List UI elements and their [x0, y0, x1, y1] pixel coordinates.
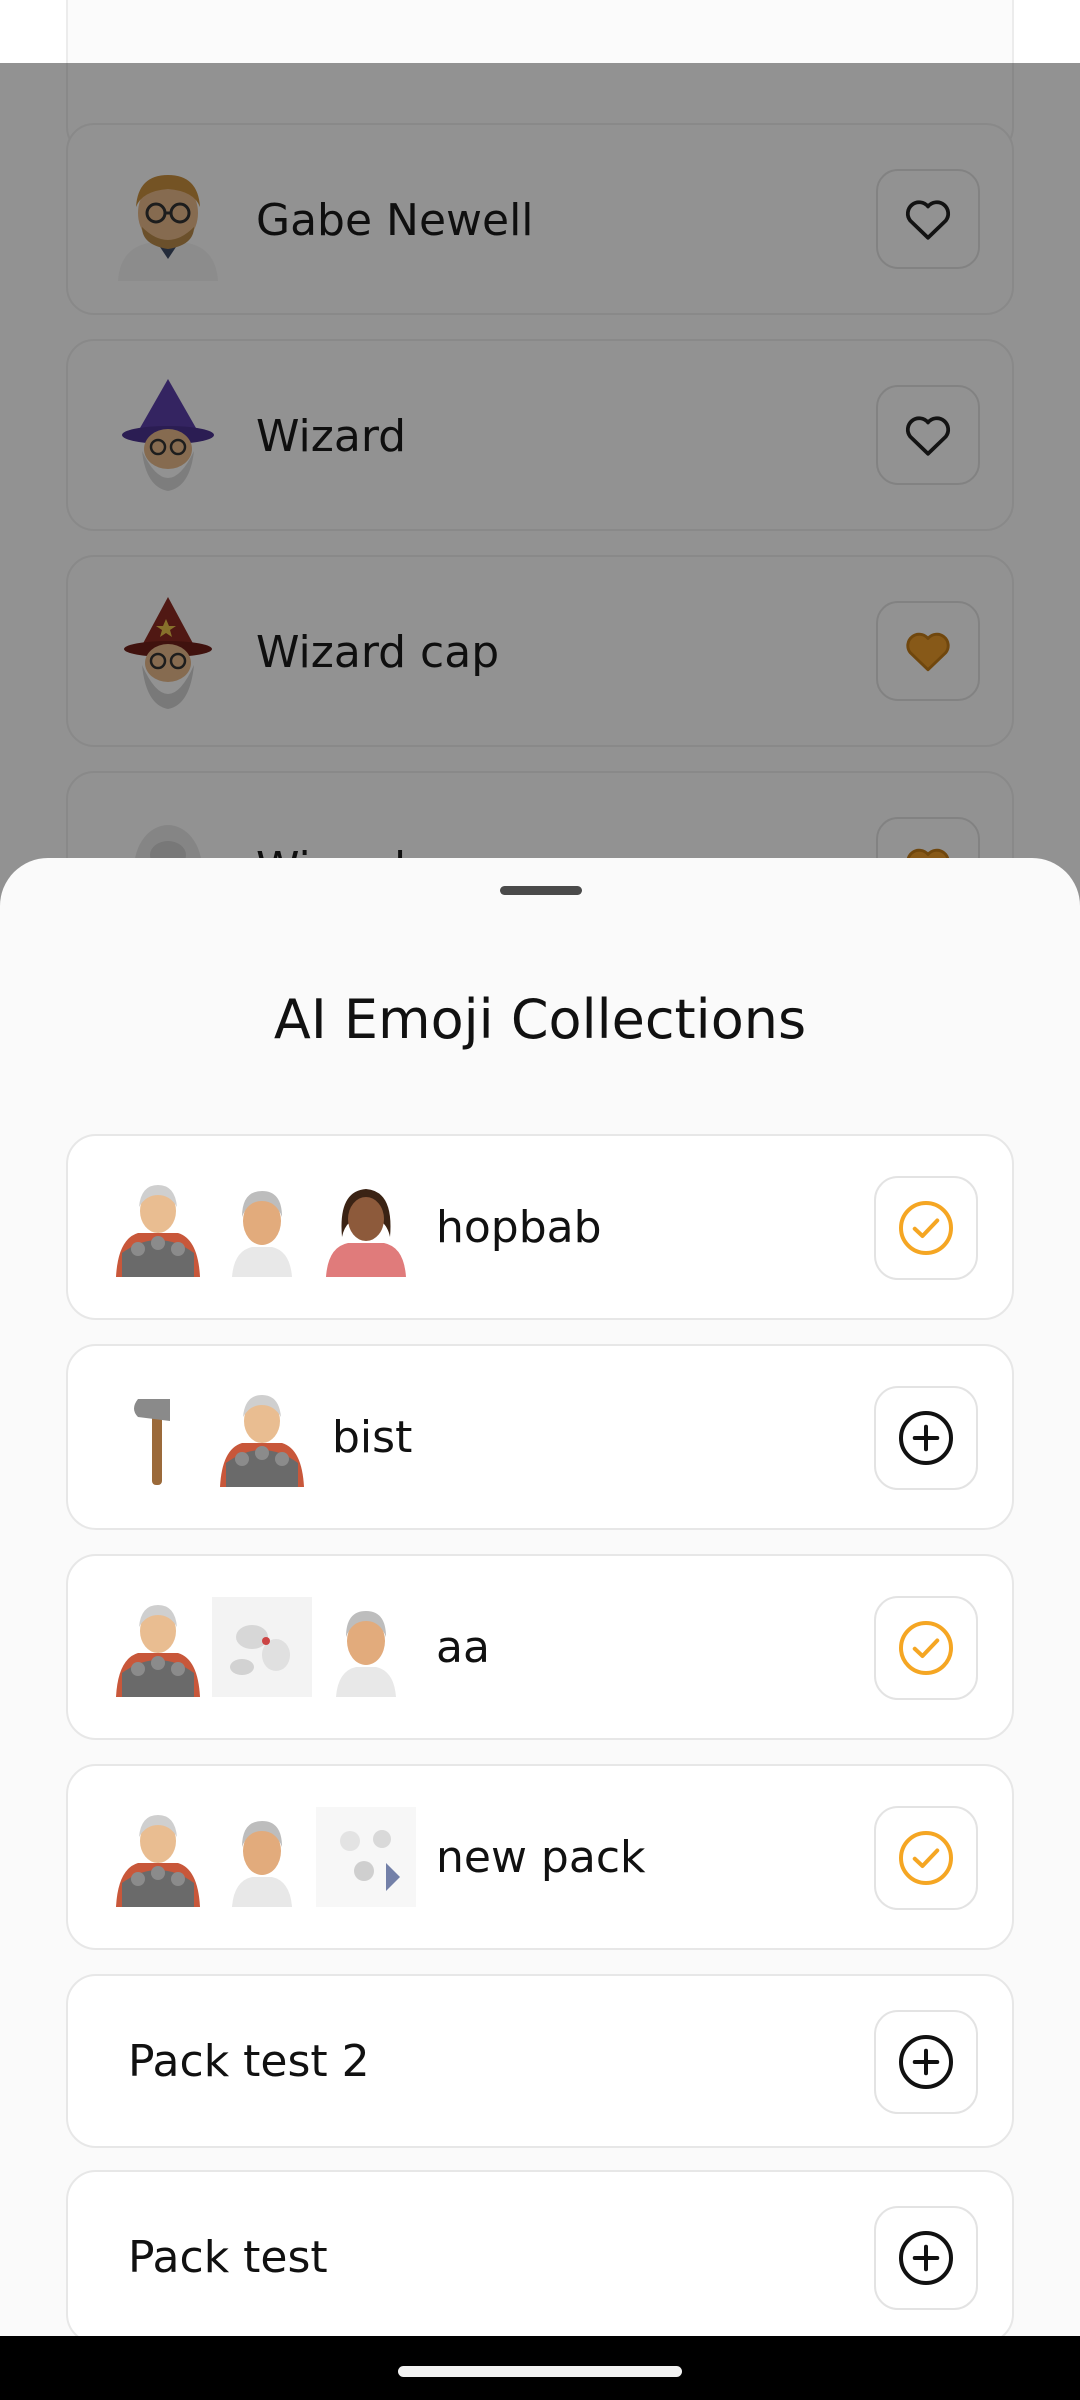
sketch-thumbnail-icon [212, 1597, 312, 1697]
collection-name: hopbab [436, 1201, 602, 1253]
collection-add-button[interactable] [874, 2010, 978, 2114]
sheet-title: AI Emoji Collections [273, 988, 807, 1051]
collection-thumbnails [108, 1556, 416, 1738]
gray-hair-man-avatar-icon [232, 1821, 292, 1907]
faded-group-thumbnail-icon [316, 1807, 416, 1907]
collection-thumbnails [108, 1136, 416, 1318]
collection-thumbnails [108, 1346, 312, 1528]
collection-card-hopbab[interactable]: hopbab [66, 1134, 1014, 1320]
plus-circle-icon [899, 1411, 953, 1465]
axe-icon [134, 1399, 170, 1485]
check-circle-icon [899, 1201, 953, 1255]
screen: Gabe Newell Wizard Wizard cap AI Emoji C… [0, 0, 1080, 2400]
gray-hair-man-avatar-icon [336, 1611, 396, 1697]
collection-added-toggle[interactable] [874, 1806, 978, 1910]
plus-circle-icon [899, 2231, 953, 2285]
check-circle-icon [899, 1831, 953, 1885]
collection-added-toggle[interactable] [874, 1596, 978, 1700]
collection-name: Pack test 2 [128, 2035, 370, 2087]
collection-name: bist [332, 1411, 413, 1463]
armored-man-avatar-icon [116, 1185, 200, 1277]
armored-man-avatar-icon [116, 1815, 200, 1907]
collection-name: aa [436, 1621, 490, 1673]
collection-card-pack-test-2[interactable]: Pack test 2 [66, 1974, 1014, 2148]
collection-card-aa[interactable]: aa [66, 1554, 1014, 1740]
drag-handle[interactable] [500, 886, 582, 895]
armored-man-avatar-icon [220, 1395, 304, 1487]
collections-bottom-sheet: AI Emoji Collections hopbab bist aa new … [0, 858, 1080, 2400]
collection-thumbnails [108, 1766, 416, 1948]
collection-add-button[interactable] [874, 1386, 978, 1490]
collection-name: Pack test [128, 2231, 328, 2283]
check-circle-icon [899, 1621, 953, 1675]
armored-man-avatar-icon [116, 1605, 200, 1697]
woman-avatar-icon [326, 1189, 406, 1277]
collection-card-pack-test[interactable]: Pack test [66, 2170, 1014, 2344]
collection-add-button[interactable] [874, 2206, 978, 2310]
gray-hair-man-avatar-icon [232, 1191, 292, 1277]
collection-card-new-pack[interactable]: new pack [66, 1764, 1014, 1950]
collection-added-toggle[interactable] [874, 1176, 978, 1280]
collection-name: new pack [436, 1831, 646, 1883]
collection-card-bist[interactable]: bist [66, 1344, 1014, 1530]
home-indicator[interactable] [398, 2366, 682, 2377]
plus-circle-icon [899, 2035, 953, 2089]
